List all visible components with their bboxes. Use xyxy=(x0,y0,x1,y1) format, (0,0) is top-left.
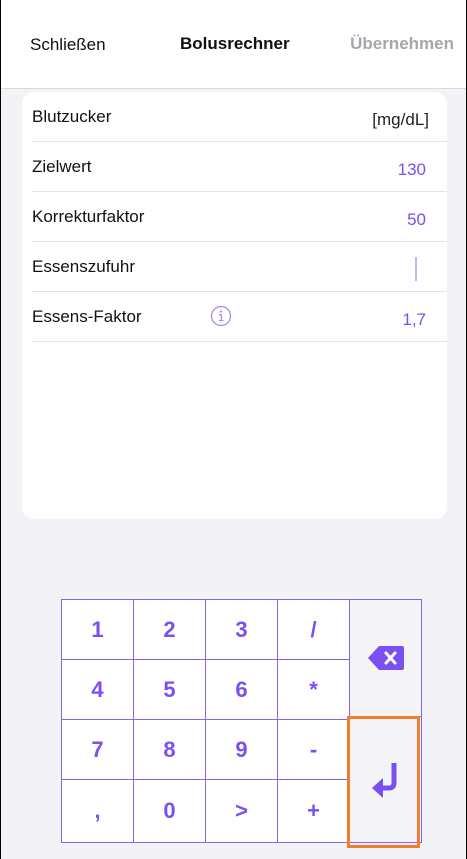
row-label: Blutzucker xyxy=(32,107,112,126)
key-4[interactable]: 4 xyxy=(61,659,134,720)
row-label: Essenszufuhr xyxy=(32,257,135,276)
row-label: Korrekturfaktor xyxy=(32,207,145,226)
text-cursor xyxy=(415,257,417,281)
key-8[interactable]: 8 xyxy=(133,719,206,780)
key-plus[interactable]: + xyxy=(277,779,350,843)
row-food-factor[interactable]: Essens-Faktor 1,7 xyxy=(22,292,447,342)
blood-glucose-unit: [mg/dL] xyxy=(372,110,429,129)
key-9[interactable]: 9 xyxy=(205,719,278,780)
correction-factor-field[interactable]: 50 xyxy=(407,210,426,230)
key-greater-than[interactable]: > xyxy=(205,779,278,843)
key-minus[interactable]: - xyxy=(277,719,350,780)
row-blood-glucose[interactable]: Blutzucker [mg/dL] xyxy=(22,92,447,142)
key-comma[interactable]: , xyxy=(61,779,134,843)
key-multiply[interactable]: * xyxy=(277,659,350,720)
key-2[interactable]: 2 xyxy=(133,599,206,660)
backspace-icon xyxy=(367,646,404,670)
input-card: Blutzucker [mg/dL] Zielwert 130 Korrektu… xyxy=(22,92,447,519)
row-food-intake[interactable]: Essenszufuhr xyxy=(22,242,447,292)
enter-button-highlight xyxy=(347,716,420,848)
key-7[interactable]: 7 xyxy=(61,719,134,780)
row-divider xyxy=(32,341,447,342)
navigation-bar: Schließen Bolusrechner Übernehmen xyxy=(1,0,466,89)
key-1[interactable]: 1 xyxy=(61,599,134,660)
key-5[interactable]: 5 xyxy=(133,659,206,720)
apply-button[interactable]: Übernehmen xyxy=(350,34,454,54)
page-title: Bolusrechner xyxy=(180,34,290,53)
backspace-button[interactable] xyxy=(349,599,422,717)
target-value-field[interactable]: 130 xyxy=(398,160,426,180)
row-label: Zielwert xyxy=(32,157,92,176)
key-6[interactable]: 6 xyxy=(205,659,278,720)
key-0[interactable]: 0 xyxy=(133,779,206,843)
key-3[interactable]: 3 xyxy=(205,599,278,660)
row-target-value[interactable]: Zielwert 130 xyxy=(22,142,447,192)
row-correction-factor[interactable]: Korrekturfaktor 50 xyxy=(22,192,447,242)
food-factor-field[interactable]: 1,7 xyxy=(402,310,426,330)
close-button[interactable]: Schließen xyxy=(30,35,106,55)
info-icon[interactable] xyxy=(210,305,232,327)
row-label: Essens-Faktor xyxy=(32,307,142,326)
key-divide[interactable]: / xyxy=(277,599,350,660)
